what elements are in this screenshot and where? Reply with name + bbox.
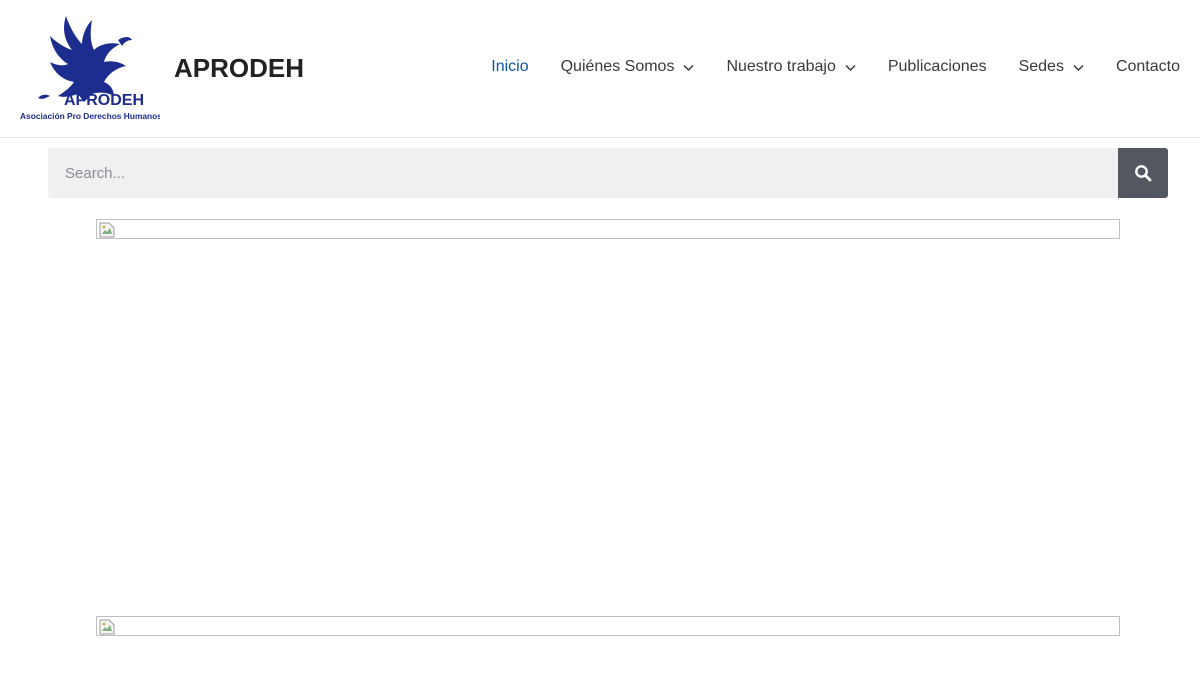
nav-item-label: Sedes	[1018, 58, 1064, 75]
chevron-down-icon	[1073, 64, 1084, 71]
chevron-down-icon	[683, 64, 694, 71]
broken-image-icon	[99, 619, 115, 635]
search-form	[48, 148, 1168, 198]
nav-item-nuestro-trabajo[interactable]: Nuestro trabajo	[726, 55, 856, 79]
nav-item-label: Quiénes Somos	[560, 58, 675, 75]
search-icon	[1135, 165, 1152, 182]
main-navigation: Inicio Quiénes Somos Nuestro trabajo Pub…	[491, 55, 1180, 79]
search-input[interactable]	[48, 148, 1118, 198]
nav-item-quienes-somos[interactable]: Quiénes Somos	[561, 55, 695, 79]
logo-wordmark: APRODEH	[64, 92, 144, 109]
dove-logo-icon: APRODEH Asociación Pro Derechos Humanos	[20, 16, 160, 121]
hero-image-broken	[96, 219, 1120, 239]
content-image-broken	[96, 616, 1120, 636]
nav-item-publicaciones[interactable]: Publicaciones	[888, 55, 987, 79]
nav-item-label: Contacto	[1115, 58, 1180, 75]
nav-item-inicio[interactable]: Inicio	[491, 55, 528, 79]
site-header: APRODEH Asociación Pro Derechos Humanos …	[0, 0, 1200, 138]
logo-tagline: Asociación Pro Derechos Humanos	[20, 111, 160, 121]
nav-item-label: Inicio	[491, 58, 529, 75]
broken-image-icon	[99, 222, 115, 238]
nav-item-label: Publicaciones	[887, 58, 987, 75]
chevron-down-icon	[845, 64, 856, 71]
search-button[interactable]	[1118, 148, 1168, 198]
nav-item-contacto[interactable]: Contacto	[1116, 55, 1180, 79]
site-title[interactable]: APRODEH	[174, 52, 304, 84]
nav-item-sedes[interactable]: Sedes	[1019, 55, 1084, 79]
nav-item-label: Nuestro trabajo	[726, 58, 836, 75]
aprodeh-logo[interactable]: APRODEH Asociación Pro Derechos Humanos	[18, 12, 160, 124]
